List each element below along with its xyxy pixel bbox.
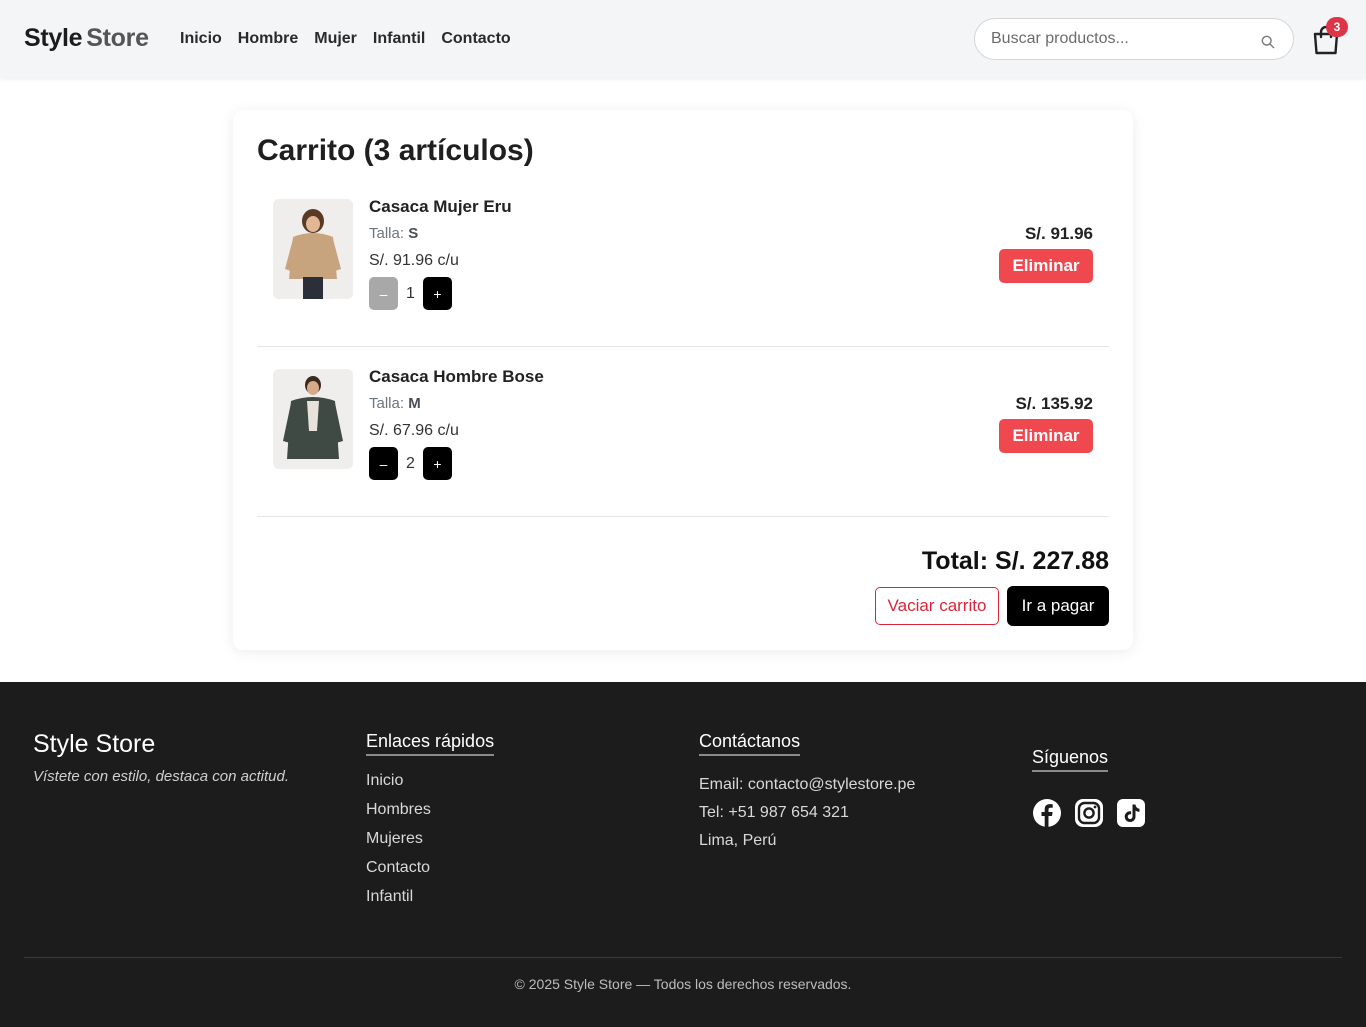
site-footer: Style Store Vístete con estilo, destaca … xyxy=(0,682,1366,1027)
remove-item-button[interactable]: Eliminar xyxy=(999,419,1093,453)
nav-hombre[interactable]: Hombre xyxy=(238,30,298,48)
contact-email[interactable]: Email: contacto@stylestore.pe xyxy=(699,776,915,804)
brand-logo[interactable]: Style Store xyxy=(24,24,149,53)
quick-links-heading: Enlaces rápidos xyxy=(366,731,495,756)
footer-divider xyxy=(24,957,1342,958)
increase-quantity-button[interactable]: + xyxy=(423,447,452,480)
social-links xyxy=(1032,798,1146,828)
footer-link-inicio[interactable]: Inicio xyxy=(366,772,431,801)
nav-inicio[interactable]: Inicio xyxy=(180,30,222,48)
size-value: S xyxy=(408,225,419,242)
unit-price: S/. 67.96 c/u xyxy=(369,422,459,439)
product-image xyxy=(273,199,353,299)
top-header: Style Store Inicio Hombre Mujer Infantil … xyxy=(0,0,1366,78)
main-nav: Inicio Hombre Mujer Infantil Contacto xyxy=(180,30,511,48)
contact-info: Email: contacto@stylestore.pe Tel: +51 9… xyxy=(699,776,915,860)
footer-link-infantil[interactable]: Infantil xyxy=(366,888,431,917)
cart-count-badge: 3 xyxy=(1326,17,1348,37)
cart-panel: Carrito (3 artículos) Casaca Mujer Eru T… xyxy=(233,110,1133,650)
instagram-icon[interactable] xyxy=(1074,798,1104,828)
size-value: M xyxy=(408,395,421,412)
product-name[interactable]: Casaca Mujer Eru xyxy=(369,197,512,217)
copyright: © 2025 Style Store — Todos los derechos … xyxy=(514,976,852,992)
search-icon[interactable] xyxy=(1261,35,1275,49)
unit-price: S/. 91.96 c/u xyxy=(369,252,459,269)
size-label: Talla: xyxy=(369,395,405,412)
quantity-stepper: – 2 + xyxy=(369,447,452,480)
nav-contacto[interactable]: Contacto xyxy=(441,30,510,48)
size-label: Talla: xyxy=(369,225,405,242)
item-subtotal: S/. 135.92 xyxy=(1015,394,1093,413)
cart-item: Casaca Mujer Eru Talla: S S/. 91.96 c/u … xyxy=(257,177,1109,347)
product-image xyxy=(273,369,353,469)
quantity-value: 2 xyxy=(406,454,415,472)
quick-links-list: Inicio Hombres Mujeres Contacto Infantil xyxy=(366,772,431,917)
nav-infantil[interactable]: Infantil xyxy=(373,30,425,48)
checkout-button[interactable]: Ir a pagar xyxy=(1007,586,1109,626)
cart-title: Carrito (3 artículos) xyxy=(257,134,534,167)
increase-quantity-button[interactable]: + xyxy=(423,277,452,310)
quantity-value: 1 xyxy=(406,284,415,302)
nav-mujer[interactable]: Mujer xyxy=(314,30,357,48)
remove-item-button[interactable]: Eliminar xyxy=(999,249,1093,283)
facebook-icon[interactable] xyxy=(1032,798,1062,828)
contact-heading: Contáctanos xyxy=(699,731,801,756)
product-size: Talla: S xyxy=(369,225,418,242)
product-name[interactable]: Casaca Hombre Bose xyxy=(369,367,544,387)
search-input[interactable] xyxy=(991,19,1251,59)
footer-link-contacto[interactable]: Contacto xyxy=(366,859,431,888)
contact-location: Lima, Perú xyxy=(699,832,777,849)
contact-phone[interactable]: Tel: +51 987 654 321 xyxy=(699,804,915,832)
brand-part-2: Store xyxy=(86,24,149,52)
decrease-quantity-button[interactable]: – xyxy=(369,277,398,310)
cart-total: Total: S/. 227.88 xyxy=(921,547,1109,575)
footer-link-hombres[interactable]: Hombres xyxy=(366,801,431,830)
footer-brand: Style Store xyxy=(33,730,156,758)
search-box xyxy=(974,18,1294,60)
product-size: Talla: M xyxy=(369,395,421,412)
footer-tagline: Vístete con estilo, destaca con actitud. xyxy=(33,768,289,785)
item-subtotal: S/. 91.96 xyxy=(1024,224,1093,243)
tiktok-icon[interactable] xyxy=(1116,798,1146,828)
brand-part-1: Style xyxy=(24,24,83,52)
social-heading: Síguenos xyxy=(1032,747,1109,772)
empty-cart-button[interactable]: Vaciar carrito xyxy=(875,587,999,625)
cart-item: Casaca Hombre Bose Talla: M S/. 67.96 c/… xyxy=(257,347,1109,517)
footer-link-mujeres[interactable]: Mujeres xyxy=(366,830,431,859)
quantity-stepper: – 1 + xyxy=(369,277,452,310)
decrease-quantity-button[interactable]: – xyxy=(369,447,398,480)
